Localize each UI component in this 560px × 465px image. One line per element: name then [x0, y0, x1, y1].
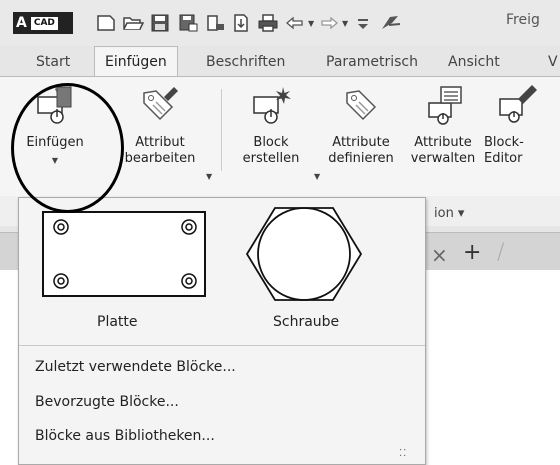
close-tab-icon[interactable]: ×: [431, 243, 448, 267]
tab-start[interactable]: Start: [36, 54, 70, 70]
create-block-button[interactable]: Block erstellen: [236, 85, 306, 167]
resize-grip-icon[interactable]: ⁚⁚: [399, 448, 407, 459]
cloud-save-icon[interactable]: [230, 13, 252, 33]
share-icon[interactable]: [380, 13, 402, 33]
print-icon[interactable]: [257, 13, 279, 33]
insert-block-label: Einfügen: [26, 135, 84, 150]
plate-block-thumbnail: [42, 211, 206, 297]
insert-block-dropdown: Platte Schraube Zuletzt verwendete Blöck…: [18, 197, 426, 465]
dropdown-separator: [19, 345, 425, 346]
save-icon[interactable]: [149, 13, 171, 33]
window-title: Freig: [506, 12, 540, 28]
define-attributes-button[interactable]: Attribute definieren: [322, 85, 400, 167]
panel-title-label[interactable]: ion ▾: [434, 206, 464, 221]
ribbon-panel: Einfügen ▼ Attribut bearbeiten ▼ Block e…: [0, 76, 560, 196]
edit-attribute-label-2: bearbeiten: [124, 151, 196, 166]
create-block-icon: [253, 87, 291, 124]
undo-dropdown-icon[interactable]: ▼: [308, 19, 314, 28]
screw-block-thumbnail: [245, 207, 363, 301]
block-editor-button[interactable]: Block- Editor: [484, 85, 554, 167]
recent-blocks-menu-item[interactable]: Zuletzt verwendete Blöcke...: [35, 359, 236, 375]
attribute-tag-edit-icon: [143, 87, 178, 121]
tab-parametrisch[interactable]: Parametrisch: [326, 54, 418, 70]
gallery-label-schraube: Schraube: [273, 314, 340, 330]
application-menu-button[interactable]: A CAD: [13, 12, 73, 34]
ribbon-separator: [221, 89, 222, 171]
customize-dropdown-icon[interactable]: [352, 13, 374, 33]
tab-einfuegen[interactable]: Einfügen: [94, 46, 178, 77]
manage-attributes-label-1: Attribute: [414, 135, 472, 150]
redo-icon[interactable]: [318, 13, 340, 33]
save-as-icon[interactable]: [177, 13, 199, 33]
define-attributes-label-1: Attribute: [332, 135, 390, 150]
new-file-icon[interactable]: [95, 13, 117, 33]
cloud-open-icon[interactable]: [204, 13, 226, 33]
manage-attributes-icon: [428, 86, 462, 125]
insert-block-icon: [37, 86, 72, 124]
block-editor-label-2: Editor: [484, 151, 523, 166]
tab-beschriften[interactable]: Beschriften: [206, 54, 285, 70]
block-editor-label-1: Block-: [484, 135, 524, 150]
undo-icon[interactable]: [284, 13, 306, 33]
favorite-blocks-menu-item[interactable]: Bevorzugte Blöcke...: [35, 394, 179, 410]
create-block-label-2: erstellen: [242, 151, 300, 166]
create-block-label-1: Block: [253, 135, 289, 150]
attribute-tag-icon: [346, 90, 377, 121]
create-block-dropdown-icon[interactable]: ▼: [314, 172, 320, 181]
manage-attributes-label-2: verwalten: [410, 151, 476, 166]
gallery-label-platte: Platte: [97, 314, 138, 330]
gallery-item-platte[interactable]: Platte: [33, 208, 209, 333]
manage-attributes-button[interactable]: Attribute verwalten: [404, 85, 482, 167]
tab-more[interactable]: V: [548, 54, 558, 70]
insert-dropdown-icon[interactable]: ▼: [14, 153, 96, 169]
app-badge: A: [16, 15, 27, 31]
block-editor-icon: [499, 85, 537, 123]
open-folder-icon[interactable]: [122, 13, 144, 33]
insert-block-button[interactable]: Einfügen ▼: [14, 85, 96, 169]
redo-dropdown-icon[interactable]: ▼: [342, 19, 348, 28]
app-badge-sub: CAD: [30, 17, 58, 30]
quick-access-toolbar: A CAD ▼ ▼ Freig: [0, 0, 560, 46]
gallery-item-schraube[interactable]: Schraube: [237, 202, 397, 333]
define-attributes-label-2: definieren: [328, 151, 394, 166]
edit-attribute-button[interactable]: Attribut bearbeiten: [118, 85, 202, 167]
library-blocks-menu-item[interactable]: Blöcke aus Bibliotheken...: [35, 428, 215, 444]
edit-attribute-dropdown-icon[interactable]: ▼: [206, 172, 212, 181]
tab-divider: /: [497, 240, 505, 265]
edit-attribute-label-1: Attribut: [135, 135, 185, 150]
ribbon-tab-bar: Start Einfügen Beschriften Parametrisch …: [0, 46, 560, 77]
tab-ansicht[interactable]: Ansicht: [448, 54, 500, 70]
new-tab-button[interactable]: +: [463, 240, 481, 265]
